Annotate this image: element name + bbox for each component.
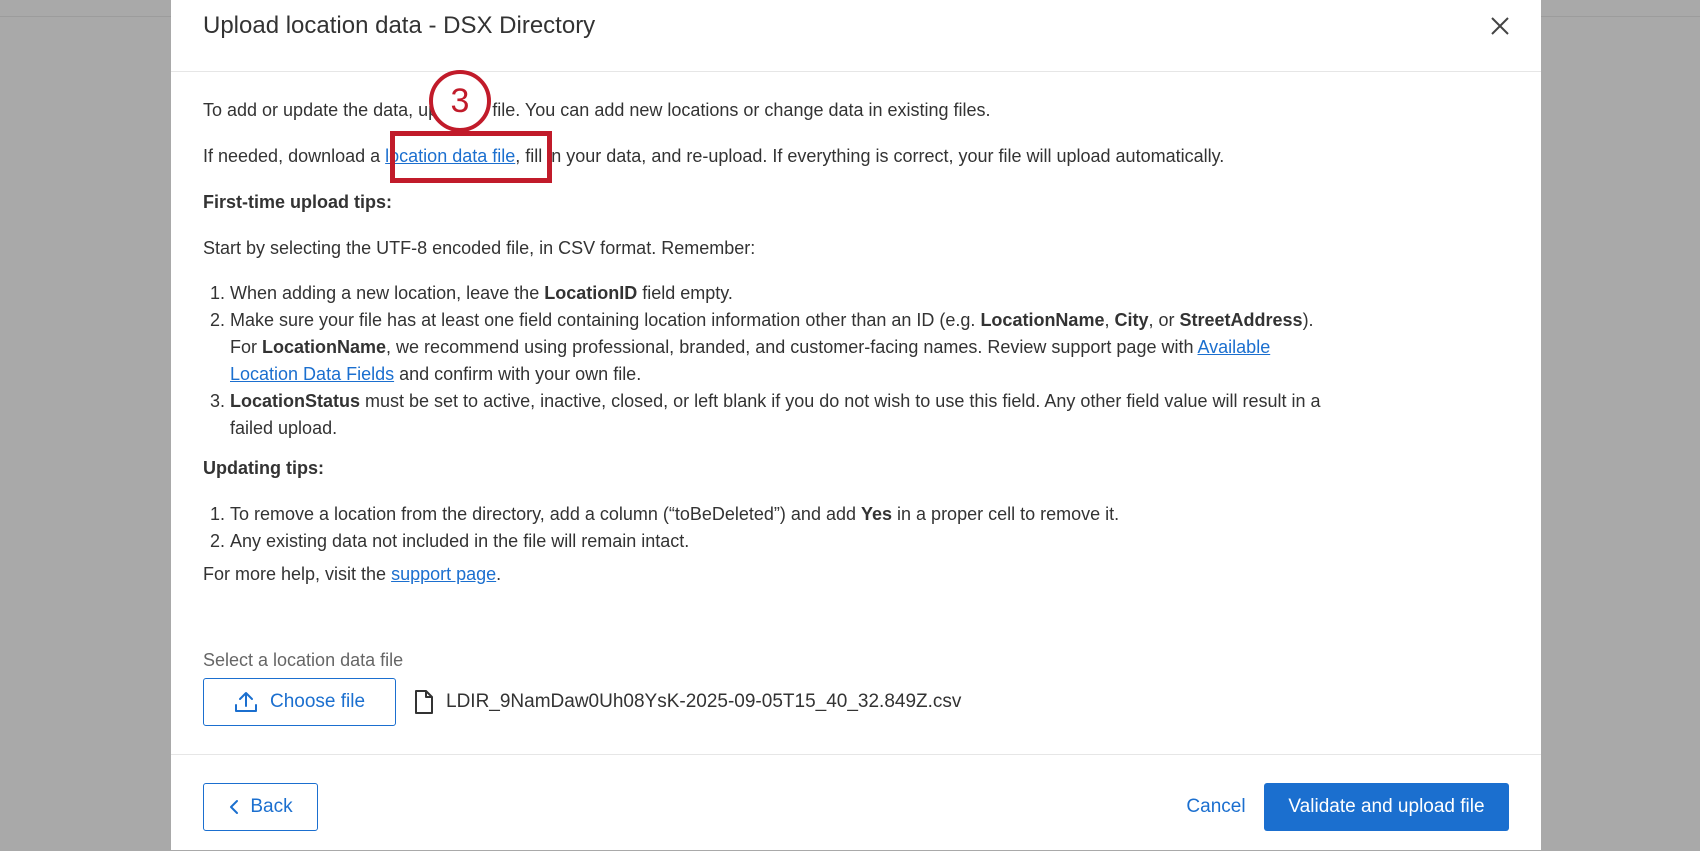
close-button[interactable] xyxy=(1484,10,1516,42)
validate-upload-button[interactable]: Validate and upload file xyxy=(1264,783,1509,831)
first-time-tips-list: When adding a new location, leave the Lo… xyxy=(203,280,1323,455)
modal-title: Upload location data - DSX Directory xyxy=(203,12,596,39)
updating-tips-list: To remove a location from the directory,… xyxy=(203,501,1323,561)
back-label: Back xyxy=(250,796,293,817)
selected-file-name: LDIR_9NamDaw0Uh08YsK-2025-09-05T15_40_32… xyxy=(446,691,962,712)
selected-file: LDIR_9NamDaw0Uh08YsK-2025-09-05T15_40_32… xyxy=(414,689,961,715)
file-icon xyxy=(415,690,433,714)
upload-icon xyxy=(234,692,257,712)
download-text: If needed, download a location data file… xyxy=(203,146,1225,166)
chevron-left-icon xyxy=(230,800,239,814)
annotation-highlight-box xyxy=(390,131,552,183)
start-text: Start by selecting the UTF-8 encoded fil… xyxy=(203,238,756,258)
close-icon xyxy=(1491,17,1509,35)
annotation-step-badge: 3 xyxy=(429,70,491,132)
list-item: LocationStatus must be set to active, in… xyxy=(230,388,1323,442)
back-button[interactable]: Back xyxy=(203,783,318,831)
cancel-button[interactable]: Cancel xyxy=(1161,783,1271,831)
first-time-heading: First-time upload tips: xyxy=(203,192,392,212)
list-item: To remove a location from the directory,… xyxy=(230,501,1323,528)
list-item: Make sure your file has at least one fie… xyxy=(230,307,1323,388)
support-page-link[interactable]: support page xyxy=(391,564,496,584)
list-item: Any existing data not included in the fi… xyxy=(230,528,1323,555)
modal-footer: Back Cancel Validate and upload file xyxy=(171,754,1541,851)
modal-header: Upload location data - DSX Directory xyxy=(171,0,1541,72)
modal-body: To add or update the data, upload a file… xyxy=(203,97,1323,588)
file-select-label: Select a location data file xyxy=(203,650,404,670)
help-text: For more help, visit the support page. xyxy=(203,564,502,584)
updating-heading: Updating tips: xyxy=(203,458,324,478)
intro-text: To add or update the data, upload a file… xyxy=(203,100,991,120)
choose-file-label: Choose file xyxy=(269,691,366,712)
upload-modal: Upload location data - DSX Directory To … xyxy=(171,0,1541,850)
choose-file-button[interactable]: Choose file xyxy=(203,678,396,726)
list-item: When adding a new location, leave the Lo… xyxy=(230,280,1323,307)
